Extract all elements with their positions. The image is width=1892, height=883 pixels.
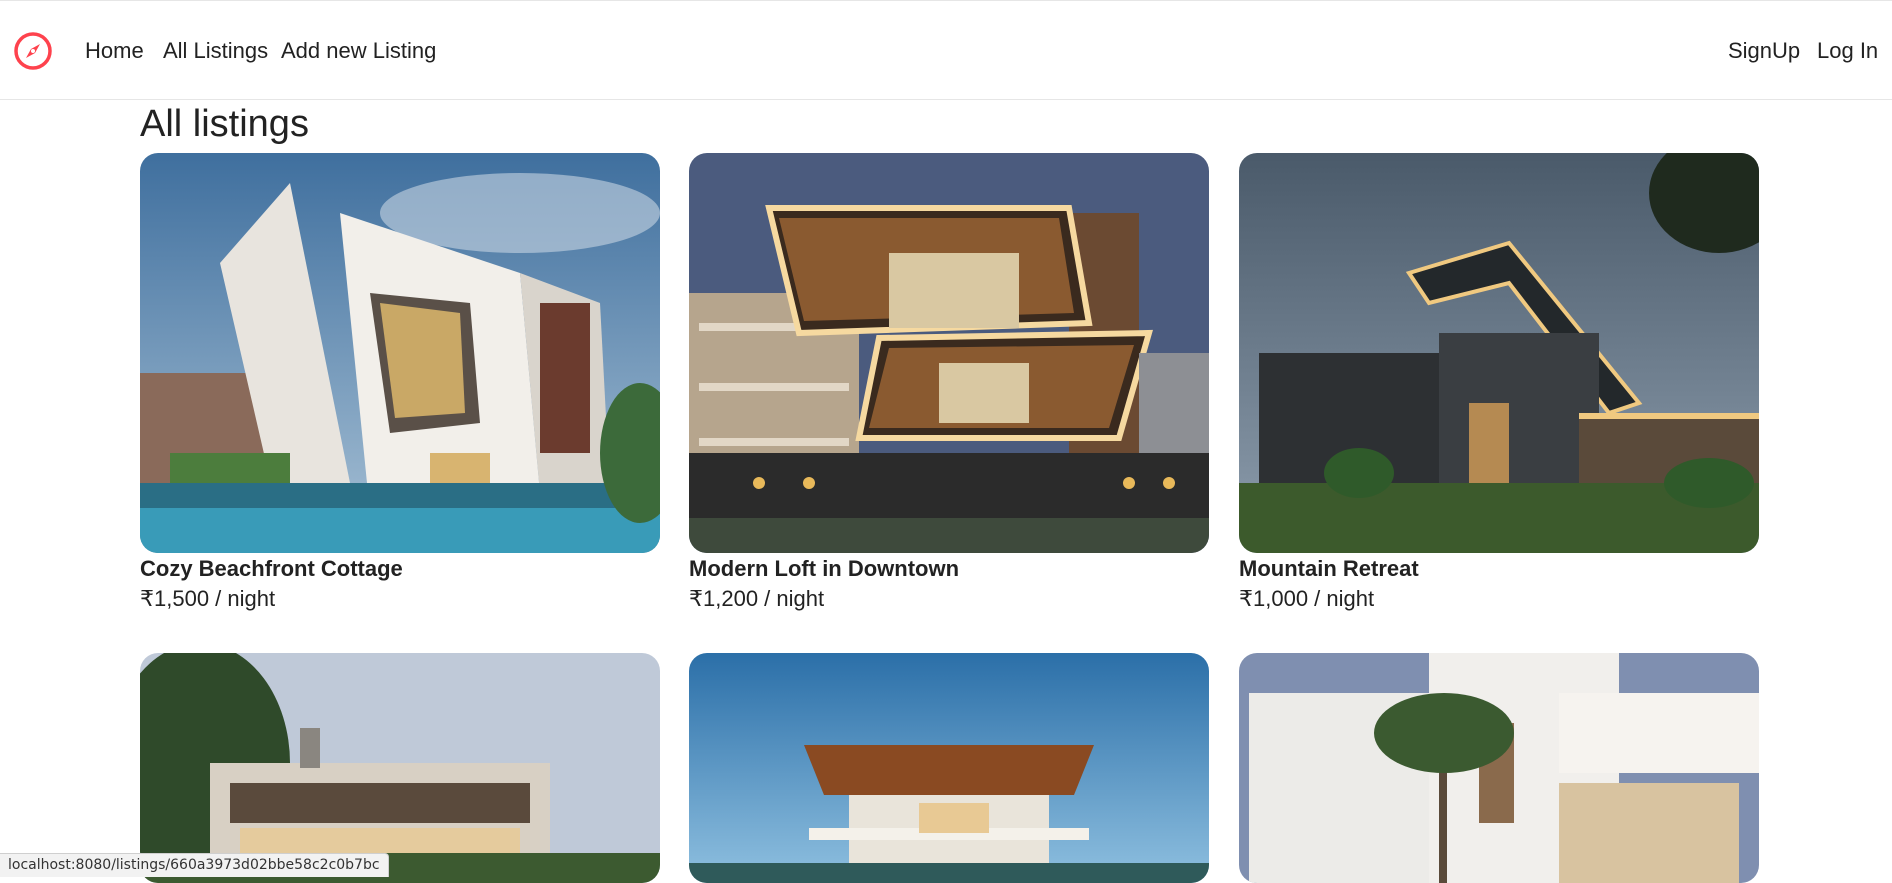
signup-link[interactable]: SignUp (1728, 36, 1800, 66)
navbar: Home All Listings Add new Listing SignUp… (0, 0, 1892, 100)
listing-card[interactable]: Cozy Beachfront Cottage ₹1,500 / night (140, 153, 660, 611)
compass-icon[interactable] (13, 31, 53, 71)
listing-card[interactable] (140, 653, 660, 883)
listing-title: Mountain Retreat (1239, 556, 1419, 581)
listing-price: ₹1,200 / night (689, 586, 825, 611)
listing-card[interactable]: Mountain Retreat ₹1,000 / night (1239, 153, 1759, 611)
nav-add-listing-link[interactable]: Add new Listing (281, 36, 436, 66)
listing-card[interactable] (1239, 653, 1759, 883)
status-bar-url: localhost:8080/listings/660a3973d02bbe58… (0, 853, 389, 877)
nav-all-listings-link[interactable]: All Listings (163, 36, 268, 66)
login-link[interactable]: Log In (1817, 36, 1878, 66)
listing-image[interactable] (140, 653, 660, 883)
listing-price: ₹1,000 / night (1239, 586, 1375, 611)
listing-image[interactable] (1239, 153, 1759, 553)
page-title: All listings (140, 103, 309, 145)
listing-image[interactable] (689, 153, 1209, 553)
listing-title: Cozy Beachfront Cottage (140, 556, 403, 581)
listing-image[interactable] (140, 153, 660, 553)
listing-price: ₹1,500 / night (140, 586, 276, 611)
listing-title: Modern Loft in Downtown (689, 556, 960, 581)
listing-card[interactable]: Modern Loft in Downtown ₹1,200 / night (689, 153, 1209, 611)
listing-image[interactable] (1239, 653, 1759, 883)
listing-card[interactable] (689, 653, 1209, 883)
nav-home-link[interactable]: Home (85, 36, 144, 66)
listing-image[interactable] (689, 653, 1209, 883)
